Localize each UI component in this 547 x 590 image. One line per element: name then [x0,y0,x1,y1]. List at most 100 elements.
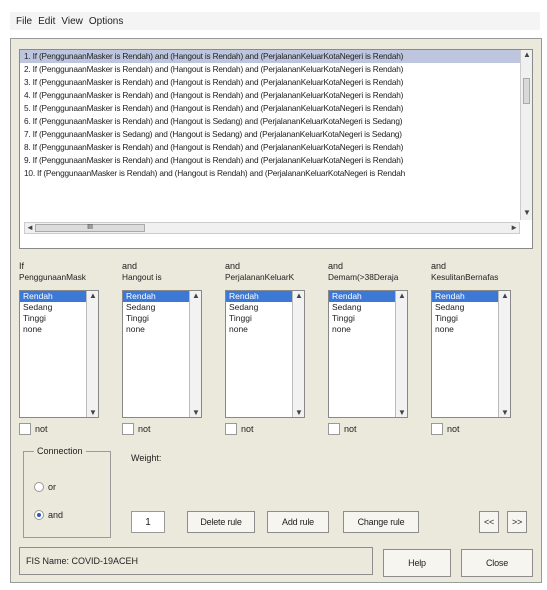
help-button[interactable]: Help [383,549,451,577]
menu-item-edit[interactable]: Edit [38,16,55,27]
fis-name-status: FIS Name: COVID-19ACEH [19,547,373,575]
scroll-up-icon[interactable]: ▲ [89,291,97,300]
scroll-up-icon[interactable]: ▲ [501,291,509,300]
membership-option[interactable]: none [226,324,292,335]
weight-input[interactable]: 1 [131,511,165,533]
membership-listbox[interactable]: Rendah Sedang Tinggi none ▲ ▼ [225,290,305,418]
membership-option[interactable]: none [20,324,86,335]
membership-option[interactable]: Rendah [432,291,498,302]
scroll-down-icon[interactable]: ▼ [523,208,531,217]
antecedent-column: and Demam(>38Deraja Rendah Sedang Tinggi none… [328,261,408,435]
antecedent-variable: PenggunaanMask [19,272,86,282]
menu-bar: File Edit View Options [10,12,540,30]
scroll-down-icon[interactable]: ▼ [295,408,303,417]
membership-option[interactable]: Sedang [329,302,395,313]
not-checkbox[interactable] [19,423,31,435]
listbox-scrollbar[interactable]: ▲ ▼ [292,291,304,417]
not-checkbox-row[interactable]: not [431,423,460,435]
antecedent-column: and PerjalananKeluarK Rendah Sedang Tinggi no… [225,261,305,435]
menu-item-view[interactable]: View [61,16,83,27]
rule-item[interactable]: 2. If (PenggunaanMasker is Rendah) and (… [20,63,520,76]
change-rule-button[interactable]: Change rule [343,511,419,533]
membership-listbox[interactable]: Rendah Sedang Tinggi none ▲ ▼ [19,290,99,418]
listbox-scrollbar[interactable]: ▲ ▼ [189,291,201,417]
antecedent-keyword: and [225,261,241,271]
not-checkbox-row[interactable]: not [19,423,48,435]
not-checkbox-row[interactable]: not [122,423,151,435]
antecedent-column: If PenggunaanMask Rendah Sedang Tinggi none ▲ ▼… [19,261,99,435]
scroll-up-icon[interactable]: ▲ [398,291,406,300]
membership-option[interactable]: Sedang [226,302,292,313]
membership-option[interactable]: Rendah [123,291,189,302]
next-button[interactable]: >> [507,511,527,533]
scroll-down-icon[interactable]: ▼ [398,408,406,417]
membership-option[interactable]: Tinggi [329,313,395,324]
membership-option[interactable]: Sedang [123,302,189,313]
rule-item[interactable]: 6. If (PenggunaanMasker is Rendah) and (… [20,115,520,128]
not-checkbox[interactable] [328,423,340,435]
membership-option[interactable]: Tinggi [226,313,292,324]
antecedent-variable: Demam(>38Deraja [328,272,399,282]
membership-option[interactable]: Rendah [329,291,395,302]
membership-option[interactable]: Tinggi [432,313,498,324]
scroll-up-icon[interactable]: ▲ [192,291,200,300]
connection-and-label: and [48,510,64,520]
rule-item[interactable]: 10. If (PenggunaanMasker is Rendah) and … [20,167,520,180]
delete-rule-button[interactable]: Delete rule [187,511,255,533]
rules-horizontal-scrollbar[interactable]: ◄ III ► [24,222,520,234]
scroll-right-icon[interactable]: ► [510,223,518,232]
rules-list[interactable]: 1. If (PenggunaanMasker is Rendah) and (… [19,49,533,249]
rule-item[interactable]: 9. If (PenggunaanMasker is Rendah) and (… [20,154,520,167]
listbox-scrollbar[interactable]: ▲ ▼ [86,291,98,417]
scroll-up-icon[interactable]: ▲ [295,291,303,300]
antecedent-keyword: If [19,261,25,271]
scroll-down-icon[interactable]: ▼ [192,408,200,417]
radio-or-icon[interactable] [34,482,44,492]
menu-item-options[interactable]: Options [89,16,123,27]
close-button[interactable]: Close [461,549,533,577]
membership-option[interactable]: none [432,324,498,335]
rule-item[interactable]: 1. If (PenggunaanMasker is Rendah) and (… [20,50,520,63]
prev-button[interactable]: << [479,511,499,533]
scroll-left-icon[interactable]: ◄ [26,223,34,232]
not-checkbox-row[interactable]: not [225,423,254,435]
rule-item[interactable]: 8. If (PenggunaanMasker is Rendah) and (… [20,141,520,154]
membership-listbox[interactable]: Rendah Sedang Tinggi none ▲ ▼ [328,290,408,418]
membership-listbox[interactable]: Rendah Sedang Tinggi none ▲ ▼ [122,290,202,418]
scroll-down-icon[interactable]: ▼ [89,408,97,417]
antecedent-variable: Hangout is [122,272,162,282]
connection-or-radio[interactable]: or [34,482,56,492]
membership-option[interactable]: Sedang [432,302,498,313]
antecedent-column: and Hangout is Rendah Sedang Tinggi none ▲ ▼ not [122,261,202,435]
not-label: not [241,424,254,434]
membership-option[interactable]: none [123,324,189,335]
rules-vertical-scrollbar[interactable]: ▲ ▼ [520,50,532,220]
membership-option[interactable]: Tinggi [123,313,189,324]
add-rule-button[interactable]: Add rule [267,511,329,533]
membership-option[interactable]: Rendah [226,291,292,302]
rule-item[interactable]: 4. If (PenggunaanMasker is Rendah) and (… [20,89,520,102]
membership-option[interactable]: Sedang [20,302,86,313]
not-checkbox[interactable] [431,423,443,435]
scroll-up-icon[interactable]: ▲ [523,50,531,59]
rules-vertical-scroll-thumb[interactable] [523,78,530,104]
rule-item[interactable]: 7. If (PenggunaanMasker is Sedang) and (… [20,128,520,141]
membership-option[interactable]: Rendah [20,291,86,302]
rules-horizontal-scroll-thumb[interactable]: III [35,224,145,232]
membership-option[interactable]: none [329,324,395,335]
listbox-scrollbar[interactable]: ▲ ▼ [498,291,510,417]
listbox-scrollbar[interactable]: ▲ ▼ [395,291,407,417]
rule-item[interactable]: 3. If (PenggunaanMasker is Rendah) and (… [20,76,520,89]
not-checkbox-row[interactable]: not [328,423,357,435]
menu-item-file[interactable]: File [16,16,32,27]
radio-and-icon[interactable] [34,510,44,520]
not-label: not [447,424,460,434]
not-checkbox[interactable] [122,423,134,435]
connection-and-radio[interactable]: and [34,510,63,520]
not-checkbox[interactable] [225,423,237,435]
rule-item[interactable]: 5. If (PenggunaanMasker is Rendah) and (… [20,102,520,115]
scroll-down-icon[interactable]: ▼ [501,408,509,417]
antecedent-variable: PerjalananKeluarK [225,272,295,282]
membership-listbox[interactable]: Rendah Sedang Tinggi none ▲ ▼ [431,290,511,418]
membership-option[interactable]: Tinggi [20,313,86,324]
